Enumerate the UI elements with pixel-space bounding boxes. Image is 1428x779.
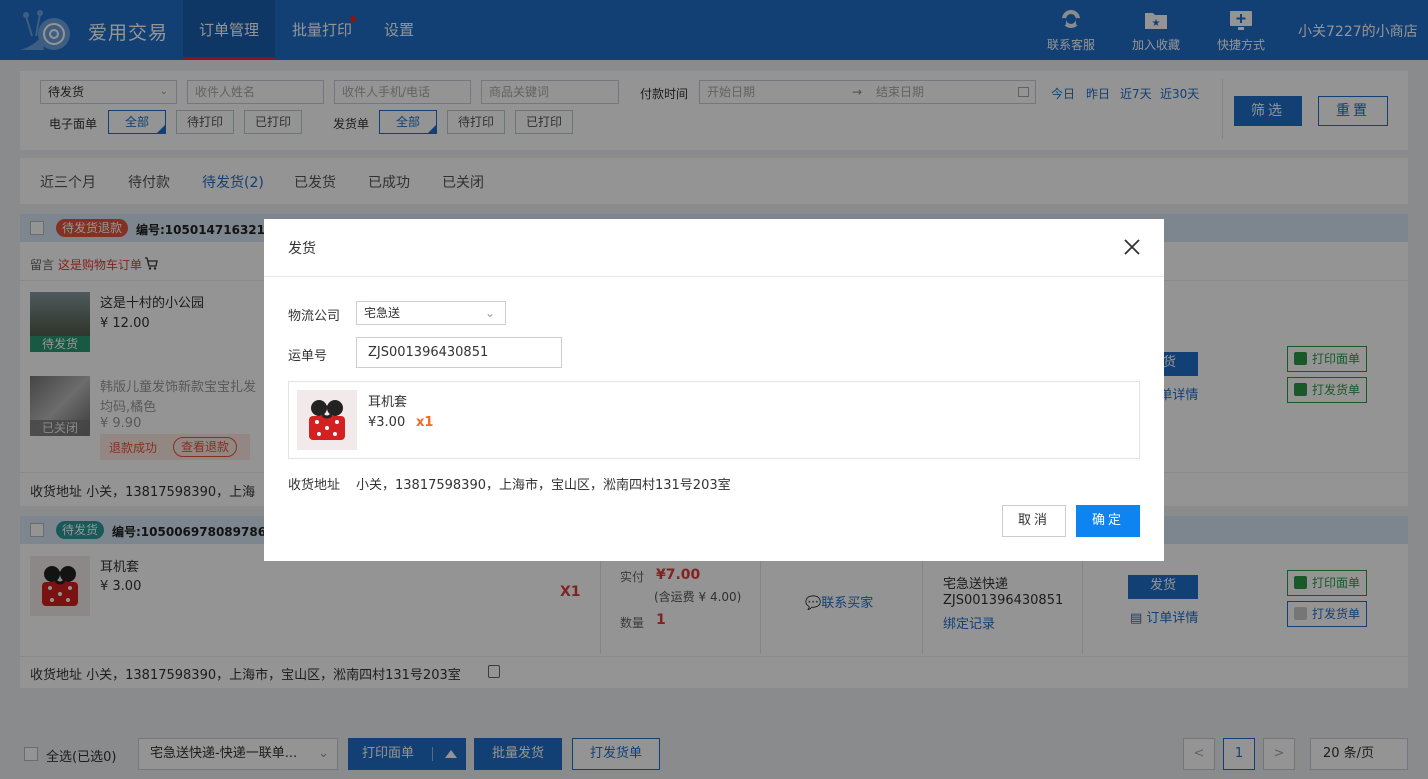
dialog-title: 发货: [288, 241, 316, 257]
product-image: [297, 390, 357, 450]
address-value: 小关，13817598390，上海市，宝山区，淞南四村131号203室: [356, 478, 731, 493]
product-price: ¥3.00: [368, 415, 406, 430]
product-card: 耳机套 ¥3.00 x1: [288, 381, 1140, 459]
chevron-down-icon: ⌄: [484, 306, 495, 320]
tracking-input[interactable]: [356, 337, 562, 368]
product-title: 耳机套: [368, 395, 408, 410]
ship-dialog: 发货 物流公司 宅急送 ⌄ 运单号 耳机套 ¥3.00 x1 收货地址 小关，1…: [264, 219, 1164, 561]
cancel-button[interactable]: 取消: [1002, 505, 1066, 537]
confirm-button[interactable]: 确定: [1076, 505, 1140, 537]
close-icon[interactable]: [1122, 237, 1142, 257]
tracking-label: 运单号: [288, 349, 328, 364]
product-quantity: x1: [416, 415, 434, 430]
carrier-label: 物流公司: [288, 309, 341, 324]
carrier-select[interactable]: 宅急送 ⌄: [356, 301, 506, 325]
carrier-value: 宅急送: [364, 306, 401, 320]
address-label: 收货地址: [288, 478, 341, 493]
earphone-case-image: [309, 400, 345, 440]
divider: [264, 276, 1164, 277]
